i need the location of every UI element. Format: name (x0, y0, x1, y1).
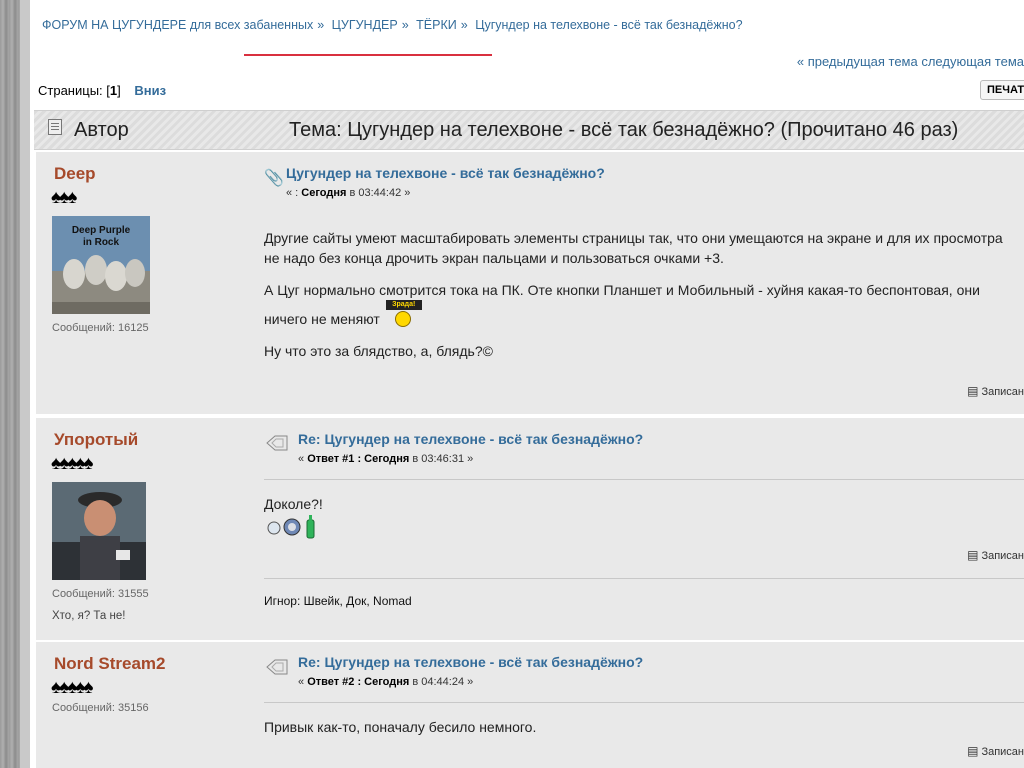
smiley-face (394, 311, 411, 327)
post-text: Привык как-то, поначалу бесило немного. (264, 719, 537, 735)
post-divider (264, 479, 1024, 480)
post: Deep ♠♠♠ Deep Purple in Rock Сообщений: … (36, 152, 1024, 414)
breadcrumb-separator: » (460, 18, 468, 32)
record-label: Записан (981, 746, 1024, 758)
post-body: 📎 Цугундер на телехвоне - всё так безнад… (264, 152, 1024, 414)
meta-day: Сегодня (301, 187, 347, 199)
breadcrumb-separator: » (401, 18, 409, 32)
record-icon: ▤ (967, 548, 979, 562)
meta-time: в 03:46:31 » (409, 453, 474, 465)
post-paragraph: Другие сайты умеют масштабировать элемен… (264, 230, 1003, 266)
record-label: Записан (981, 550, 1024, 562)
topic-icon (48, 119, 62, 135)
post-subject[interactable]: Re: Цугундер на телехвоне - всё так безн… (298, 654, 643, 670)
left-decorative-strip (0, 0, 30, 768)
meta-time: в 03:44:42 » (346, 187, 411, 199)
post-subject[interactable]: Re: Цугундер на телехвоне - всё так безн… (298, 431, 643, 447)
meta-prefix: « (298, 453, 308, 465)
breadcrumb-separator: » (317, 18, 325, 32)
breadcrumb-terki[interactable]: ТЁРКИ (416, 18, 457, 32)
avatar-image (52, 482, 146, 580)
signature: Игнор: Швейк, Док, Nomad (264, 594, 412, 608)
prev-next-topic-link[interactable]: « предыдущая тема следующая тема (797, 54, 1024, 69)
record-label: Записан (981, 386, 1024, 398)
post: Упоротый ♠♠♠♠♠ Сообщений: 31555 Хто, я? … (36, 418, 1024, 640)
topic-icon (266, 434, 288, 457)
avatar-image: Deep Purple in Rock (52, 216, 150, 314)
record-link[interactable]: ▤ Записан (967, 744, 1024, 758)
down-link[interactable]: Вниз (134, 83, 166, 98)
print-button[interactable]: ПЕЧАТЬ (980, 80, 1024, 100)
zrada-smiley-icon: Зрада! (385, 300, 422, 328)
pagination: Страницы: [1] Вниз (38, 83, 166, 98)
pages-close: ] (117, 83, 121, 98)
poster-info: Nord Stream2 ♠♠♠♠♠ Сообщений: 35156 (36, 642, 246, 768)
poster-name[interactable]: Deep (54, 164, 96, 184)
red-underline-annotation (244, 54, 492, 56)
rank-stars: ♠♠♠♠♠ (51, 677, 93, 698)
breadcrumb-cugunder[interactable]: ЦУГУНДЕР (332, 18, 398, 32)
rank-stars: ♠♠♠♠♠ (51, 453, 93, 474)
breadcrumb-forum[interactable]: ФОРУМ НА ЦУГУНДЕРЕ для всех забаненных (42, 18, 313, 32)
post-meta: « : Сегодня в 03:44:42 » (286, 187, 410, 199)
post-meta: « Ответ #2 : Сегодня в 04:44:24 » (298, 676, 473, 688)
avatar-caption-line1: Deep Purple (72, 225, 131, 236)
post-paragraph: Ну что это за блядство, а, блядь?© (264, 343, 493, 359)
left-strip-edge (20, 0, 30, 768)
meta-prefix: « (298, 676, 308, 688)
record-icon: ▤ (967, 384, 979, 398)
avatar: Deep Purple in Rock (52, 216, 150, 314)
topic-icon-svg (266, 435, 288, 451)
breadcrumb-topic[interactable]: Цугундер на телехвоне - всё так безнадёж… (475, 18, 742, 32)
drinking-smileys-icon (267, 515, 315, 539)
message-count: Сообщений: 35156 (52, 702, 149, 714)
post-divider (264, 702, 1024, 703)
avatar (52, 482, 150, 580)
meta-reply: Ответ #2 : Сегодня (307, 676, 410, 688)
post-paragraph: А Цуг нормально смотрится тока на ПК. От… (264, 280, 1010, 329)
post-body: Re: Цугундер на телехвоне - всё так безн… (264, 642, 1024, 768)
message-count: Сообщений: 16125 (52, 322, 149, 334)
poster-name[interactable]: Упоротый (54, 430, 138, 450)
paperclip-icon: 📎 (264, 170, 284, 187)
record-link[interactable]: ▤ Записан (967, 548, 1024, 562)
poster-info: Упоротый ♠♠♠♠♠ Сообщений: 31555 Хто, я? … (36, 418, 246, 640)
message-count: Сообщений: 31555 (52, 588, 149, 600)
breadcrumb: ФОРУМ НА ЦУГУНДЕРЕ для всех забаненных» … (42, 18, 743, 32)
poster-info: Deep ♠♠♠ Deep Purple in Rock Сообщений: … (36, 152, 246, 414)
post-subject[interactable]: Цугундер на телехвоне - всё так безнадёж… (286, 165, 605, 181)
topic-icon (266, 658, 288, 681)
zrada-sign: Зрада! (385, 300, 422, 310)
record-link[interactable]: ▤ Записан (967, 384, 1024, 398)
post-body: Re: Цугундер на телехвоне - всё так безн… (264, 418, 1024, 640)
rank-stars: ♠♠♠ (51, 187, 77, 208)
record-icon: ▤ (967, 744, 979, 758)
post-paragraph: Доколе?! (264, 496, 323, 512)
post: Nord Stream2 ♠♠♠♠♠ Сообщений: 35156 Re: … (36, 642, 1024, 768)
meta-reply: Ответ #1 : Сегодня (307, 453, 410, 465)
topic-icon-svg (266, 659, 288, 675)
pages-label: Страницы: [ (38, 83, 110, 98)
smileys (264, 514, 1010, 546)
custom-title: Хто, я? Та не! (52, 610, 126, 622)
author-column-header: Автор (74, 119, 129, 141)
signature-divider (264, 578, 1024, 579)
poster-name[interactable]: Nord Stream2 (54, 654, 165, 674)
avatar-caption-line2: in Rock (83, 237, 120, 248)
post-meta: « Ответ #1 : Сегодня в 03:46:31 » (298, 453, 473, 465)
meta-time: в 04:44:24 » (409, 676, 474, 688)
post-text: Другие сайты умеют масштабировать элемен… (264, 228, 1010, 373)
post-text: Доколе?! (264, 494, 1010, 546)
topic-title-header: Тема: Цугундер на телехвоне - всё так бе… (289, 119, 959, 141)
topic-header-bar: Автор Тема: Цугундер на телехвоне - всё … (34, 110, 1024, 150)
forum-page: ФОРУМ НА ЦУГУНДЕРЕ для всех забаненных» … (30, 0, 1024, 768)
meta-prefix: « : (286, 187, 302, 199)
post-paragraph-text: А Цуг нормально смотрится тока на ПК. От… (264, 282, 980, 327)
